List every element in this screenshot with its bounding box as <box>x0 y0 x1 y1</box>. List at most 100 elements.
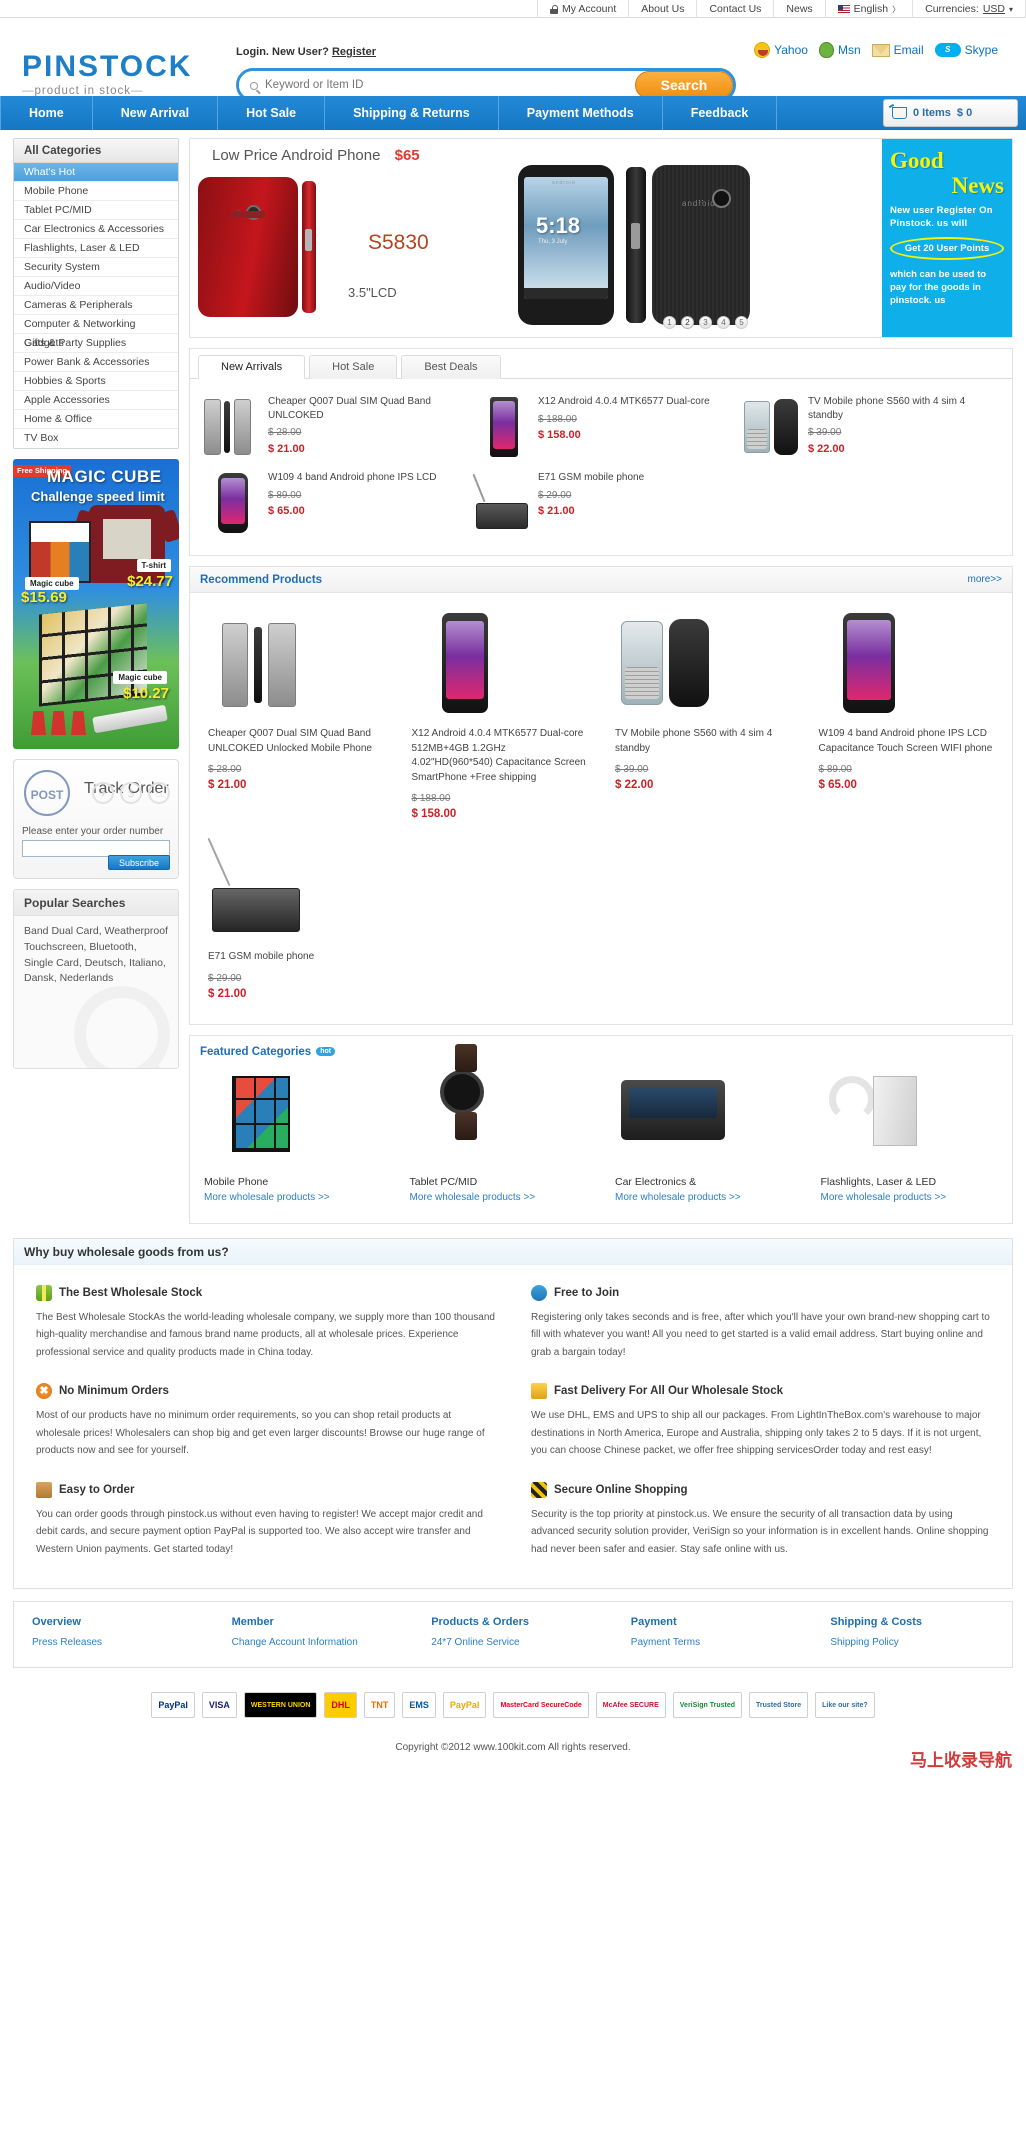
recommend-card[interactable]: TV Mobile phone S560 with 4 sim 4 standb… <box>601 605 805 828</box>
register-link[interactable]: Register <box>332 46 376 58</box>
slide-dot-5[interactable]: 5 <box>735 316 748 329</box>
im-msn[interactable]: Msn <box>818 42 861 58</box>
recommend-card[interactable]: Cheaper Q007 Dual SIM Quad Band UNLCOKED… <box>194 605 398 828</box>
nav-home[interactable]: Home <box>0 96 93 130</box>
subscribe-button[interactable]: Subscribe <box>108 855 170 870</box>
product-item[interactable]: Cheaper Q007 Dual SIM Quad Band UNLCOKED… <box>196 389 466 465</box>
recommend-more-link[interactable]: more>> <box>968 574 1002 585</box>
why-buy-body: You can order goods through pinstock.us … <box>36 1508 483 1555</box>
msn-icon <box>818 42 834 58</box>
footer-link[interactable]: Shipping Policy <box>830 1634 1012 1651</box>
util-contact-us[interactable]: Contact Us <box>696 0 773 18</box>
product-item[interactable]: E71 GSM mobile phone $ 29.00 $ 21.00 <box>466 465 736 541</box>
sidebar-item-mobile-phone[interactable]: Mobile Phone <box>14 182 178 201</box>
util-about-us[interactable]: About Us <box>628 0 696 18</box>
slide-dot-2[interactable]: 2 <box>681 316 694 329</box>
util-news[interactable]: News <box>773 0 824 18</box>
sidebar-item-home-office[interactable]: Home & Office <box>14 410 178 429</box>
footer-link[interactable]: 24*7 Online Service <box>431 1634 613 1651</box>
secure-icon <box>531 1481 547 1498</box>
like-our-site-badge[interactable]: Like our site? <box>815 1692 875 1718</box>
nav-payment-methods[interactable]: Payment Methods <box>499 96 663 130</box>
tab-hot-sale[interactable]: Hot Sale <box>309 355 398 379</box>
recommend-card[interactable]: E71 GSM mobile phone $ 29.00 $ 21.00 <box>194 828 398 1008</box>
sidebar-item-security-system[interactable]: Security System <box>14 258 178 277</box>
im-email[interactable]: Email <box>871 43 924 57</box>
cart-button[interactable]: 0 Items $ 0 <box>883 99 1018 127</box>
featured-link[interactable]: More wholesale products >> <box>615 1192 793 1203</box>
sidebar-item-apple-accessories[interactable]: Apple Accessories <box>14 391 178 410</box>
featured-category-item[interactable]: Car Electronics & More wholesale product… <box>601 1064 807 1209</box>
product-item[interactable]: X12 Android 4.0.4 MTK6577 Dual-core $ 18… <box>466 389 736 465</box>
util-my-account[interactable]: My Account <box>536 0 628 18</box>
util-language[interactable]: English 〉 <box>824 0 912 18</box>
hero-banner: Low Price Android Phone $65 S5830 3.5"LC… <box>189 138 1013 338</box>
promo-subtitle: Challenge speed limit <box>31 489 165 504</box>
sidebar-item-tablet-pc[interactable]: Tablet PC/MID <box>14 201 178 220</box>
slide-dot-1[interactable]: 1 <box>663 316 676 329</box>
product-item[interactable]: W109 4 band Android phone IPS LCD $ 89.0… <box>196 465 466 541</box>
magic-cube-promo-banner[interactable]: Free Shipping MAGIC CUBE Challenge speed… <box>13 459 179 749</box>
sidebar-item-flashlights[interactable]: Flashlights, Laser & LED <box>14 239 178 258</box>
featured-link[interactable]: More wholesale products >> <box>204 1192 382 1203</box>
featured-categories: Featured Categories hot Mobile Phone Mor… <box>189 1034 1013 1224</box>
track-order-hint: Please enter your order number <box>22 826 164 837</box>
android-brand-text: android <box>552 180 576 186</box>
recommend-thumbnail <box>207 836 384 936</box>
footer-link[interactable]: Press Releases <box>32 1634 214 1651</box>
phone-screen-date: Thu, 3 July <box>538 239 568 245</box>
featured-categories-header: Featured Categories hot <box>190 1044 1012 1064</box>
featured-category-item[interactable]: Mobile Phone More wholesale products >> <box>190 1064 396 1209</box>
sidebar-item-hobbies-sports[interactable]: Hobbies & Sports <box>14 372 178 391</box>
product-info: X12 Android 4.0.4 MTK6577 Dual-core $ 18… <box>538 395 728 459</box>
why-buy-heading: The Best Wholesale Stock <box>59 1286 203 1299</box>
recommend-products-panel: Recommend Products more>> Cheaper Q007 D… <box>189 566 1013 1025</box>
im-yahoo[interactable]: Yahoo <box>754 42 808 58</box>
recommend-name: X12 Android 4.0.4 MTK6577 Dual-core 512M… <box>411 728 586 783</box>
featured-name: Flashlights, Laser & LED <box>820 1175 937 1188</box>
sidebar-item-cameras[interactable]: Cameras & Peripherals <box>14 296 178 315</box>
nav-feedback[interactable]: Feedback <box>663 96 778 130</box>
hero-price: $65 <box>394 147 420 164</box>
featured-link[interactable]: More wholesale products >> <box>410 1192 588 1203</box>
nav-new-arrival[interactable]: New Arrival <box>93 96 219 130</box>
sidebar-item-audio-video[interactable]: Audio/Video <box>14 277 178 296</box>
recommend-price: $ 21.00 <box>208 987 247 1000</box>
util-currency[interactable]: Currencies: USD ▾ <box>912 0 1026 18</box>
tab-best-deals[interactable]: Best Deals <box>401 355 501 379</box>
nav-shipping-returns[interactable]: Shipping & Returns <box>325 96 499 130</box>
sidebar-item-gifts-party[interactable]: Gifts & Party Supplies <box>14 334 178 353</box>
recommend-card[interactable]: W109 4 band Android phone IPS LCD Capaci… <box>805 605 1009 828</box>
footer-heading: Overview <box>32 1616 81 1628</box>
good-news-promo[interactable]: Good News New user Register On Pinstock.… <box>882 139 1012 337</box>
site-logo[interactable]: PINSTOCK product in stock <box>22 52 192 98</box>
footer-link[interactable]: Change Account Information <box>232 1634 414 1651</box>
featured-category-item[interactable]: Tablet PC/MID More wholesale products >> <box>396 1043 602 1209</box>
search-button[interactable]: Search <box>635 71 733 99</box>
slide-dot-3[interactable]: 3 <box>699 316 712 329</box>
tab-new-arrivals[interactable]: New Arrivals <box>198 355 306 379</box>
login-text: Login. New User? <box>236 46 329 58</box>
featured-link[interactable]: More wholesale products >> <box>821 1192 999 1203</box>
sidebar-item-whats-hot[interactable]: What's Hot <box>14 163 178 182</box>
sidebar-item-tv-box[interactable]: TV Box <box>14 429 178 448</box>
yahoo-icon <box>754 42 771 58</box>
sidebar-item-power-bank[interactable]: Power Bank & Accessories <box>14 353 178 372</box>
search-input[interactable] <box>239 72 635 98</box>
sidebar-item-computer-networking[interactable]: Computer & Networking Gadgets <box>14 315 178 349</box>
plane-icon: ✈ <box>92 782 114 804</box>
hero-slide[interactable]: Low Price Android Phone $65 S5830 3.5"LC… <box>190 139 882 337</box>
sidebar-item-car-electronics[interactable]: Car Electronics & Accessories <box>14 220 178 239</box>
footer-link[interactable]: Payment Terms <box>631 1634 813 1651</box>
gift-icon <box>36 1284 52 1301</box>
recommend-grid: Cheaper Q007 Dual SIM Quad Band UNLCOKED… <box>190 593 1012 1024</box>
cart-count: 0 Items <box>913 107 951 119</box>
slide-dot-4[interactable]: 4 <box>717 316 730 329</box>
featured-thumbnail <box>410 1043 588 1164</box>
recommend-card[interactable]: X12 Android 4.0.4 MTK6577 Dual-core 512M… <box>398 605 602 828</box>
im-skype[interactable]: S Skype <box>934 43 998 57</box>
featured-category-item[interactable]: Flashlights, Laser & LED More wholesale … <box>807 1064 1013 1209</box>
nav-hot-sale[interactable]: Hot Sale <box>218 96 326 130</box>
product-item[interactable]: TV Mobile phone S560 with 4 sim 4 standb… <box>736 389 1006 465</box>
red-phone-side-image <box>302 181 316 313</box>
